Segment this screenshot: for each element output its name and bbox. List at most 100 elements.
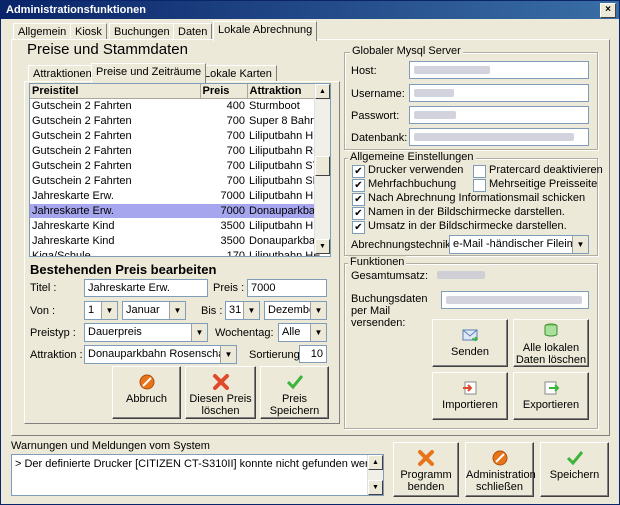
column-header-preis[interactable]: Preis [200,84,248,99]
namen-checkbox[interactable]: ✔ [352,207,365,220]
host-input[interactable] [409,61,589,79]
cell-preistitel: Gutschein 2 Fahrten [30,173,200,189]
table-row[interactable]: Gutschein 2 Fahrten 700 Super 8 Bahn [30,113,324,129]
column-header-attraktion[interactable]: Attraktion [247,84,325,99]
table-row[interactable]: Gutschein 2 Fahrten 700 Liliputbahn RO [30,143,324,159]
message-line: > Der definierte Drucker [CITIZEN CT-S31… [15,458,384,470]
table-row[interactable]: Gutschein 2 Fahrten 700 Liliputbahn ST [30,158,324,174]
dropdown-arrow-icon[interactable]: ▼ [310,302,326,319]
delete-x-icon [212,374,229,390]
mehrseitige-checkbox[interactable] [473,179,486,192]
redacted-value [414,89,454,97]
subtab-attraktionen[interactable]: Attraktionen [28,65,97,82]
table-row[interactable]: Jahreskarte Kind 3500 Donauparkbal [30,233,324,249]
buchungsdaten-label: Buchungsdaten per Mail versenden: [351,293,428,329]
mysql-legend: Globaler Mysql Server [350,45,463,57]
table-row[interactable]: Jahreskarte Erw. 7000 Liliputbahn HE [30,188,324,204]
tab-kiosk[interactable]: Kiosk [70,23,107,40]
scroll-up-arrow-icon[interactable]: ▲ [315,84,330,99]
datenbank-label: Datenbank: [351,132,408,144]
tab-lokale-abrechnung[interactable]: Lokale Abrechnung [213,21,318,41]
tab-allgemein[interactable]: Allgemein [13,23,72,40]
preis-loeschen-button[interactable]: Diesen Preis löschen [185,366,256,419]
dropdown-arrow-icon[interactable]: ▼ [220,346,236,363]
attraktion-label: Attraktion : [30,349,83,361]
informationsmail-checkbox[interactable]: ✔ [352,193,365,206]
von-month-select[interactable]: Januar ▼ [122,301,186,320]
wochentag-select[interactable]: Alle ▼ [278,323,327,342]
table-row[interactable]: Jahreskarte Erw. 7000 Donauparkbal [30,203,324,219]
mail-input[interactable] [441,291,589,309]
dropdown-arrow-icon[interactable]: ▼ [572,236,588,253]
cell-attraktion: Liliputbahn SL [247,173,324,189]
umsatz-checkbox[interactable]: ✔ [352,221,365,234]
pratercard-checkbox[interactable] [473,165,486,178]
titel-input[interactable]: Jahreskarte Erw. [84,279,208,297]
export-icon [544,381,560,395]
scroll-thumb[interactable] [315,156,330,176]
subtab-lokale-karten[interactable]: Lokale Karten [199,65,277,82]
von-day-select[interactable]: 1 ▼ [84,301,118,320]
passwort-input[interactable] [409,106,589,124]
preis-speichern-button[interactable]: Preis Speichern [260,366,329,419]
table-row[interactable]: Jahreskarte Kind 3500 Liliputbahn HE [30,218,324,234]
dropdown-arrow-icon[interactable]: ▼ [101,302,117,319]
bis-day-select[interactable]: 31 ▼ [225,301,260,320]
dropdown-arrow-icon[interactable]: ▼ [243,302,259,319]
sortierung-input[interactable]: 10 [299,345,327,363]
close-button[interactable]: × [600,3,616,18]
table-row[interactable]: Gutschein 2 Fahrten 400 Sturmboot [30,98,324,114]
username-input[interactable] [409,84,589,102]
administration-schliessen-button[interactable]: Administration schließen [465,442,536,497]
sortierung-label: Sortierung: [249,349,303,361]
table-row[interactable]: Gutschein 2 Fahrten 700 Liliputbahn SL [30,173,324,189]
title-bar: Administrationsfunktionen × [1,1,619,19]
importieren-button[interactable]: Importieren [432,372,508,420]
cell-preis: 700 [200,113,247,129]
scroll-up-arrow-icon[interactable]: ▲ [368,455,383,470]
preis-label: Preis : [213,282,245,294]
von-label: Von : [30,305,56,317]
dropdown-arrow-icon[interactable]: ▼ [191,324,207,341]
scroll-down-arrow-icon[interactable]: ▼ [368,480,383,495]
abrechnungstechnik-select[interactable]: e-Mail -händischer Fileimport ▼ [449,235,589,254]
cell-attraktion: Donauparkbal [247,233,324,249]
senden-label: Senden [451,346,489,358]
abbruch-button[interactable]: Abbruch [112,366,181,419]
column-header-preistitel[interactable]: Preistitel [30,84,201,99]
table-scrollbar[interactable]: ▲ ▼ [314,84,330,254]
messages-scrollbar[interactable]: ▲ ▼ [367,455,383,495]
datenbank-input[interactable] [409,128,589,146]
dropdown-arrow-icon[interactable]: ▼ [169,302,185,319]
scroll-down-arrow-icon[interactable]: ▼ [315,239,330,254]
cell-preistitel: Jahreskarte Erw. [30,188,200,204]
mehrfachbuchung-checkbox[interactable]: ✔ [352,179,365,192]
cell-preis: 700 [200,173,247,189]
administration-schliessen-label: Administration schließen [466,469,536,493]
senden-button[interactable]: Senden [432,319,508,367]
speichern-button[interactable]: Speichern [540,442,609,497]
preistyp-value: Dauerpreis [88,326,142,338]
dropdown-arrow-icon[interactable]: ▼ [310,324,326,341]
preis-speichern-label: Preis Speichern [269,393,320,417]
importieren-label: Importieren [442,399,498,411]
table-row[interactable]: Kiga/Schule 170 Liliputbahn HE [30,248,324,256]
tab-daten[interactable]: Daten [173,23,213,40]
preistyp-select[interactable]: Dauerpreis ▼ [84,323,208,342]
exportieren-button[interactable]: Exportieren [513,372,589,420]
attraktion-value: Donauparkbahn Rosenschau [88,348,231,360]
redacted-value [414,66,490,74]
abrechnungstechnik-label: Abrechnungstechnik: [351,239,454,251]
preis-input[interactable]: 7000 [247,279,327,297]
programm-beenden-button[interactable]: Programm benden [393,442,459,497]
cell-preistitel: Gutschein 2 Fahrten [30,158,200,174]
subtab-preise-zeitraeume[interactable]: Preise und Zeiträume [91,63,207,83]
attraktion-select[interactable]: Donauparkbahn Rosenschau ▼ [84,345,237,364]
drucker-checkbox[interactable]: ✔ [352,165,365,178]
von-month-value: Januar [126,304,160,316]
tab-buchungen[interactable]: Buchungen [109,23,175,40]
daten-loeschen-button[interactable]: Alle lokalen Daten löschen [513,319,589,367]
table-row[interactable]: Gutschein 2 Fahrten 700 Liliputbahn HE [30,128,324,144]
cell-preistitel: Jahreskarte Kind [30,233,200,249]
bis-month-select[interactable]: Dezember ▼ [264,301,327,320]
